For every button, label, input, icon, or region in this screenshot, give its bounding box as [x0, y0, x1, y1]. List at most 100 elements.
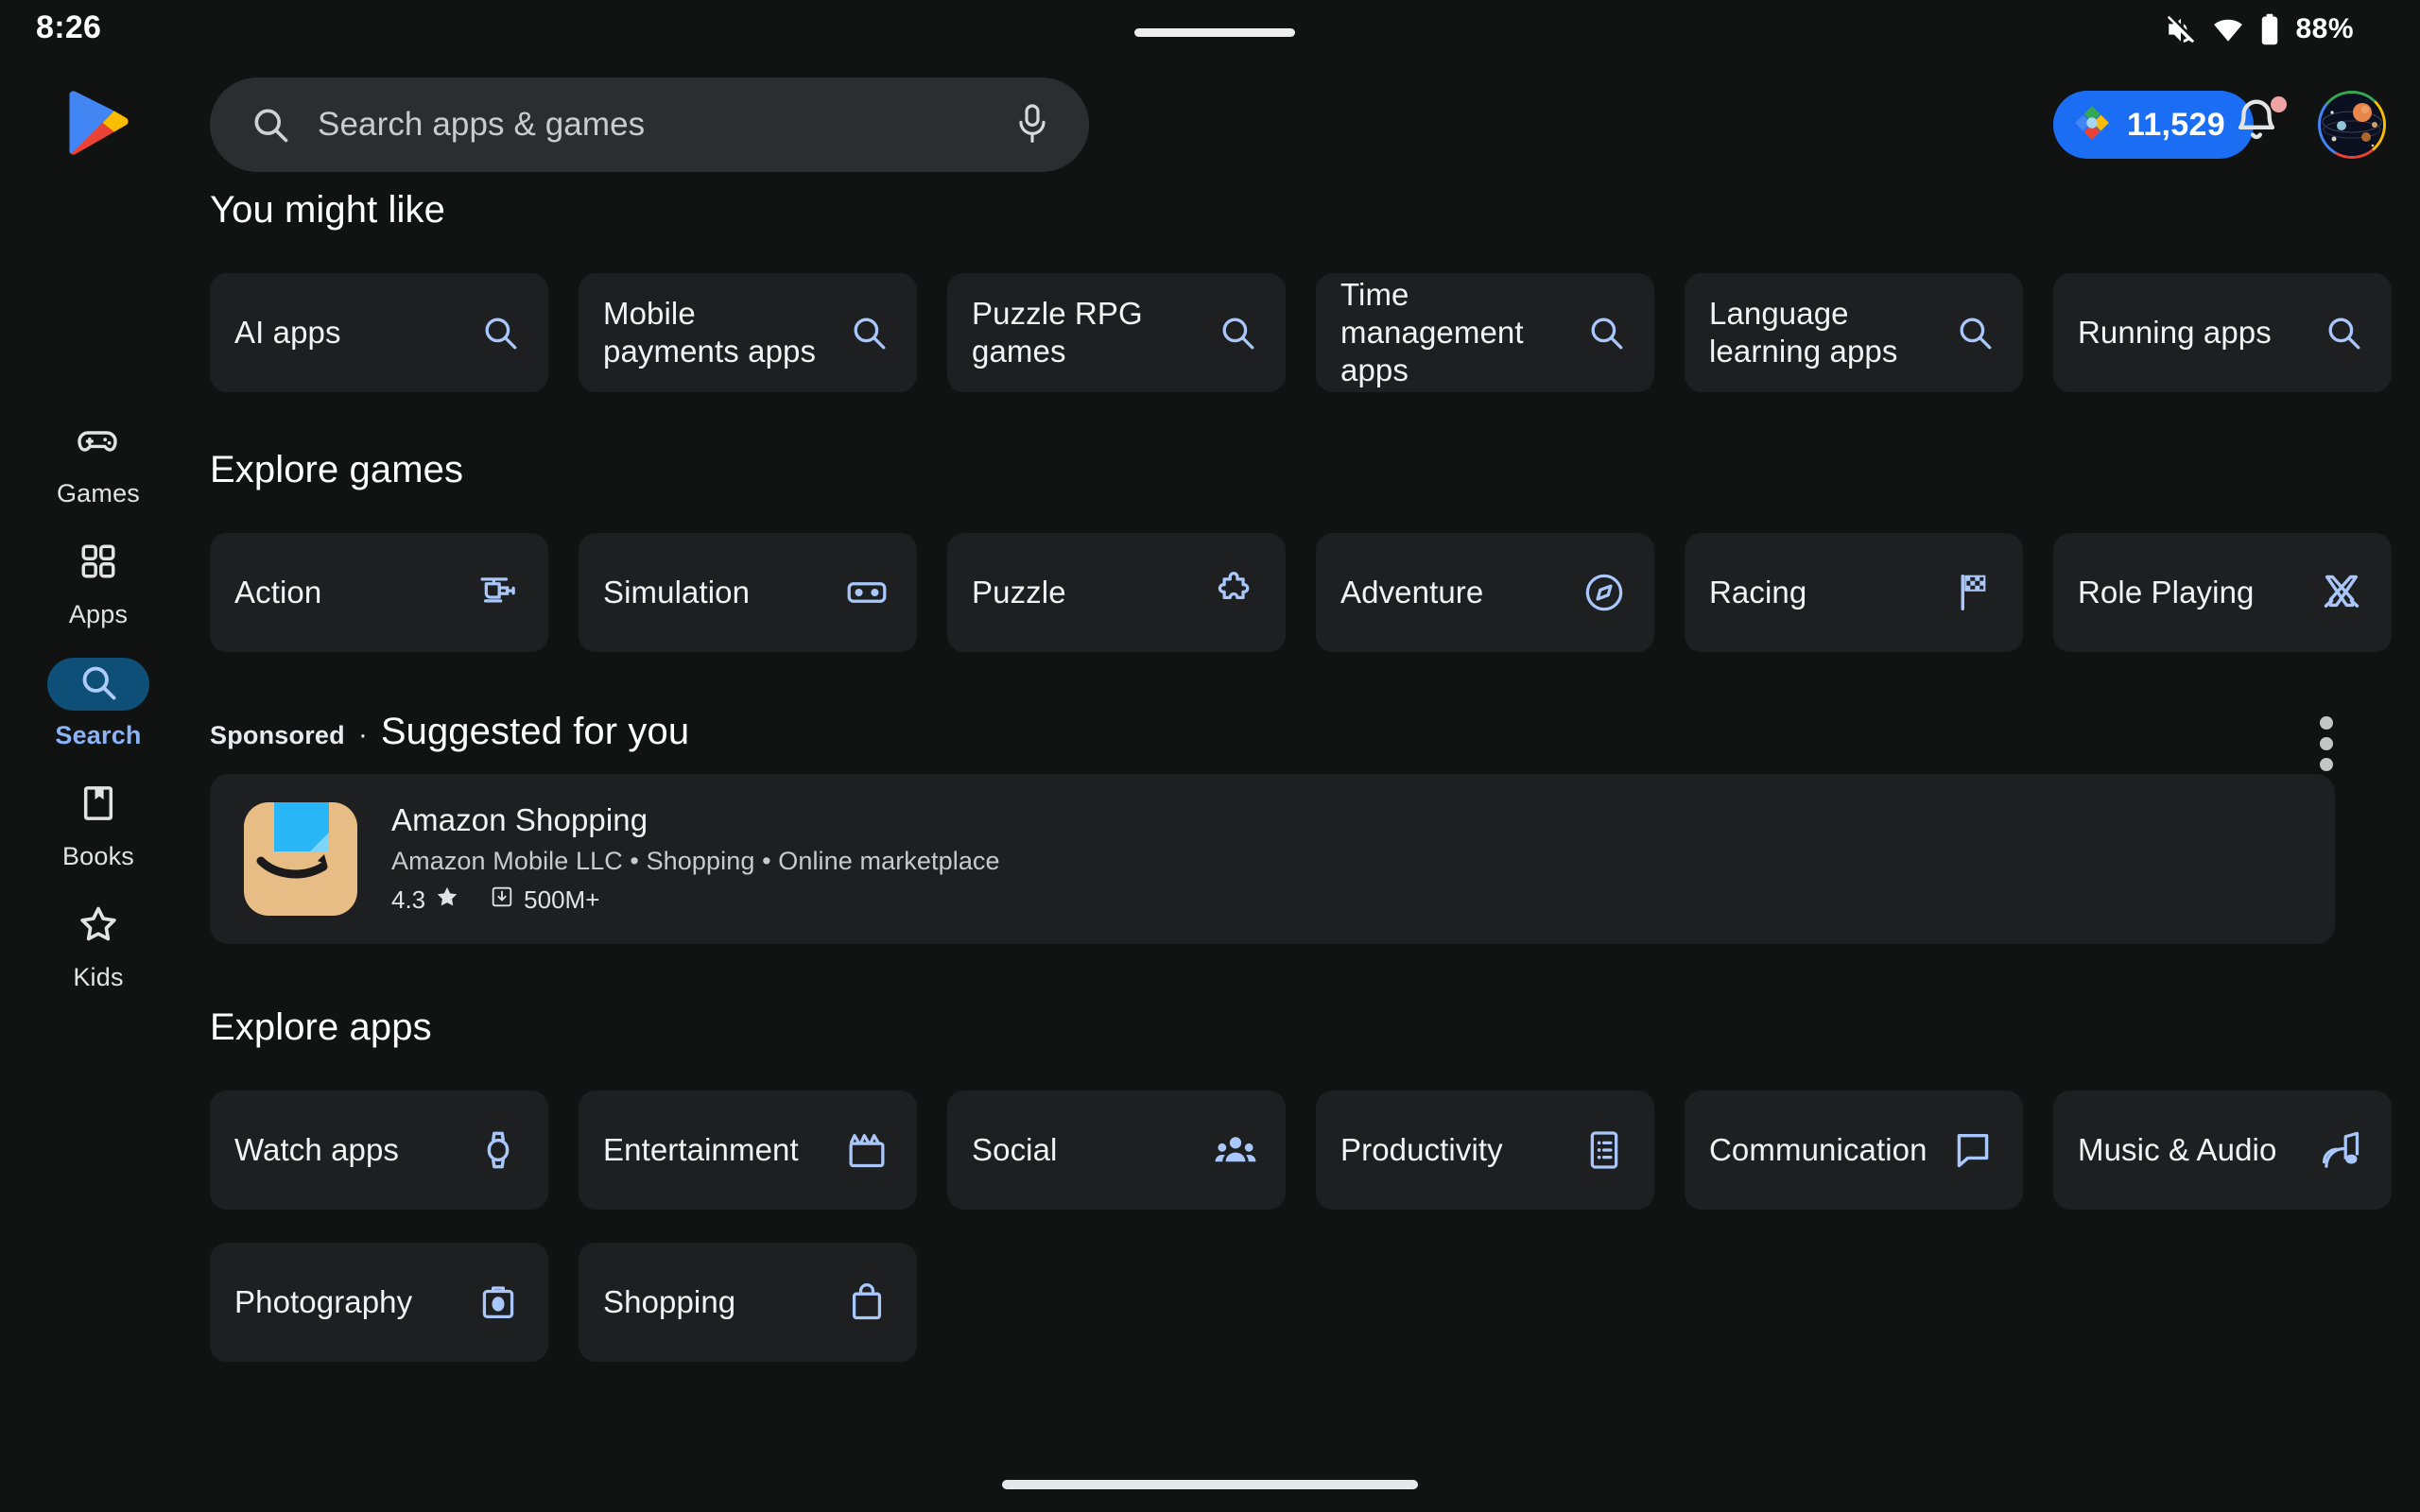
- category-role-playing[interactable]: Role Playing: [2053, 533, 2392, 652]
- category-shopping[interactable]: Shopping: [579, 1243, 917, 1362]
- wifi-icon: [2212, 13, 2244, 45]
- chip-mobile-payments-apps[interactable]: Mobile payments apps: [579, 273, 917, 392]
- search-bar[interactable]: Search apps & games: [210, 77, 1089, 172]
- chip-language-learning-apps[interactable]: Language learning apps: [1685, 273, 2023, 392]
- chip-time-management-apps[interactable]: Time management apps: [1316, 273, 1654, 392]
- sidebar-pill-kids: [47, 900, 149, 953]
- sidebar-item-games[interactable]: Games: [0, 416, 197, 537]
- google-play-logo[interactable]: [68, 89, 130, 157]
- avatar-image: [2321, 94, 2383, 156]
- sidebar-item-label: Kids: [73, 963, 124, 991]
- category-adventure[interactable]: Adventure: [1316, 533, 1654, 652]
- notifications-button[interactable]: [2229, 94, 2288, 153]
- category-label: Social: [972, 1131, 1058, 1167]
- chip-label: Running apps: [2078, 314, 2272, 350]
- category-photography[interactable]: Photography: [210, 1243, 548, 1362]
- puzzle-piece-icon: [1214, 571, 1257, 614]
- sidebar-item-apps[interactable]: Apps: [0, 537, 197, 658]
- book-bookmark-icon: [78, 783, 118, 828]
- app-header: Search apps & games 11,529: [0, 74, 2420, 178]
- chip-label: Language learning apps: [1709, 295, 1898, 369]
- category-action[interactable]: Action: [210, 533, 548, 652]
- avatar[interactable]: [2318, 91, 2386, 159]
- search-icon: [78, 662, 119, 708]
- category-music-audio[interactable]: Music & Audio: [2053, 1091, 2392, 1210]
- category-puzzle[interactable]: Puzzle: [947, 533, 1286, 652]
- smartwatch-icon: [476, 1128, 520, 1172]
- sidebar-pill-search: [47, 658, 149, 711]
- play-points-icon: [2074, 105, 2110, 146]
- suggested-app-card[interactable]: Amazon Shopping Amazon Mobile LLC • Shop…: [210, 774, 2335, 944]
- more-vertical-icon[interactable]: [2320, 716, 2333, 771]
- chip-label: Mobile payments apps: [603, 295, 817, 369]
- search-input[interactable]: Search apps & games: [318, 106, 1013, 144]
- app-metadata: 4.3 500M+: [391, 885, 1000, 916]
- play-points-badge[interactable]: 11,529: [2053, 91, 2254, 159]
- status-clock: 8:26: [36, 9, 102, 45]
- category-label: Simulation: [603, 574, 751, 610]
- app-name: Amazon Shopping: [391, 802, 648, 837]
- sidebar-item-kids[interactable]: Kids: [0, 900, 197, 1021]
- category-label: Racing: [1709, 574, 1807, 610]
- category-simulation[interactable]: Simulation: [579, 533, 917, 652]
- sidebar-item-label: Apps: [68, 600, 129, 628]
- gamepad-icon: [76, 418, 121, 468]
- category-label: Role Playing: [2078, 574, 2255, 610]
- sponsored-separator: ·: [357, 719, 368, 750]
- category-racing[interactable]: Racing: [1685, 533, 2023, 652]
- category-label: Photography: [234, 1283, 413, 1319]
- star-icon: [435, 885, 459, 916]
- sidebar-item-search[interactable]: Search: [0, 658, 197, 779]
- download-icon: [490, 885, 514, 916]
- search-icon: [250, 104, 291, 146]
- section-title-you-might-like: You might like: [210, 189, 445, 231]
- section-title-explore-games: Explore games: [210, 449, 464, 490]
- category-label: Productivity: [1340, 1131, 1503, 1167]
- app-subtitle: Amazon Mobile LLC • Shopping • Online ma…: [391, 847, 1000, 875]
- search-icon: [1586, 313, 1626, 352]
- microphone-icon[interactable]: [1013, 102, 1051, 147]
- battery-icon: [2259, 13, 2280, 45]
- checklist-icon: [1582, 1128, 1626, 1172]
- clapperboard-icon: [845, 1128, 889, 1172]
- category-communication[interactable]: Communication: [1685, 1091, 2023, 1210]
- search-icon: [849, 313, 889, 352]
- category-entertainment[interactable]: Entertainment: [579, 1091, 917, 1210]
- helicopter-icon: [476, 571, 520, 614]
- vr-goggles-icon: [845, 571, 889, 614]
- category-productivity[interactable]: Productivity: [1316, 1091, 1654, 1210]
- bottom-bar: [0, 1444, 2420, 1512]
- battery-percent: 88%: [2295, 13, 2354, 44]
- sidebar-item-label: Search: [55, 721, 142, 749]
- app-rating: 4.3: [391, 885, 426, 914]
- chip-ai-apps[interactable]: AI apps: [210, 273, 548, 392]
- shopping-bag-icon: [845, 1280, 889, 1324]
- category-label: Watch apps: [234, 1131, 400, 1167]
- amazon-shopping-icon: [244, 802, 357, 916]
- chat-bubble-icon: [1951, 1128, 1995, 1172]
- category-social[interactable]: Social: [947, 1091, 1286, 1210]
- category-watch-apps[interactable]: Watch apps: [210, 1091, 548, 1210]
- status-icons: 88%: [2165, 13, 2354, 45]
- section-title-explore-apps: Explore apps: [210, 1006, 432, 1048]
- chip-running-apps[interactable]: Running apps: [2053, 273, 2392, 392]
- star-icon: [77, 902, 120, 951]
- gesture-navigation-bar[interactable]: [1002, 1480, 1418, 1489]
- search-icon: [1218, 313, 1257, 352]
- chip-puzzle-rpg-games[interactable]: Puzzle RPG games: [947, 273, 1286, 392]
- left-navigation-rail: Games Apps Search Books Kids: [0, 416, 197, 1021]
- search-icon: [480, 313, 520, 352]
- sidebar-item-books[interactable]: Books: [0, 779, 197, 900]
- notification-badge-dot: [2271, 96, 2287, 112]
- chip-label: AI apps: [234, 314, 341, 350]
- compass-icon: [1582, 571, 1626, 614]
- search-icon: [1955, 313, 1995, 352]
- main-content: You might like AI apps Mobile payments a…: [197, 189, 2420, 1455]
- explore-apps-categories: Watch apps Entertainment Social Producti…: [210, 1091, 2420, 1365]
- section-title-suggested-for-you: Suggested for you: [380, 711, 690, 752]
- apps-grid-icon: [78, 541, 118, 586]
- chip-label: Time management apps: [1340, 276, 1524, 388]
- crossed-swords-icon: [2320, 571, 2363, 614]
- category-label: Adventure: [1340, 574, 1484, 610]
- category-label: Music & Audio: [2078, 1131, 2277, 1167]
